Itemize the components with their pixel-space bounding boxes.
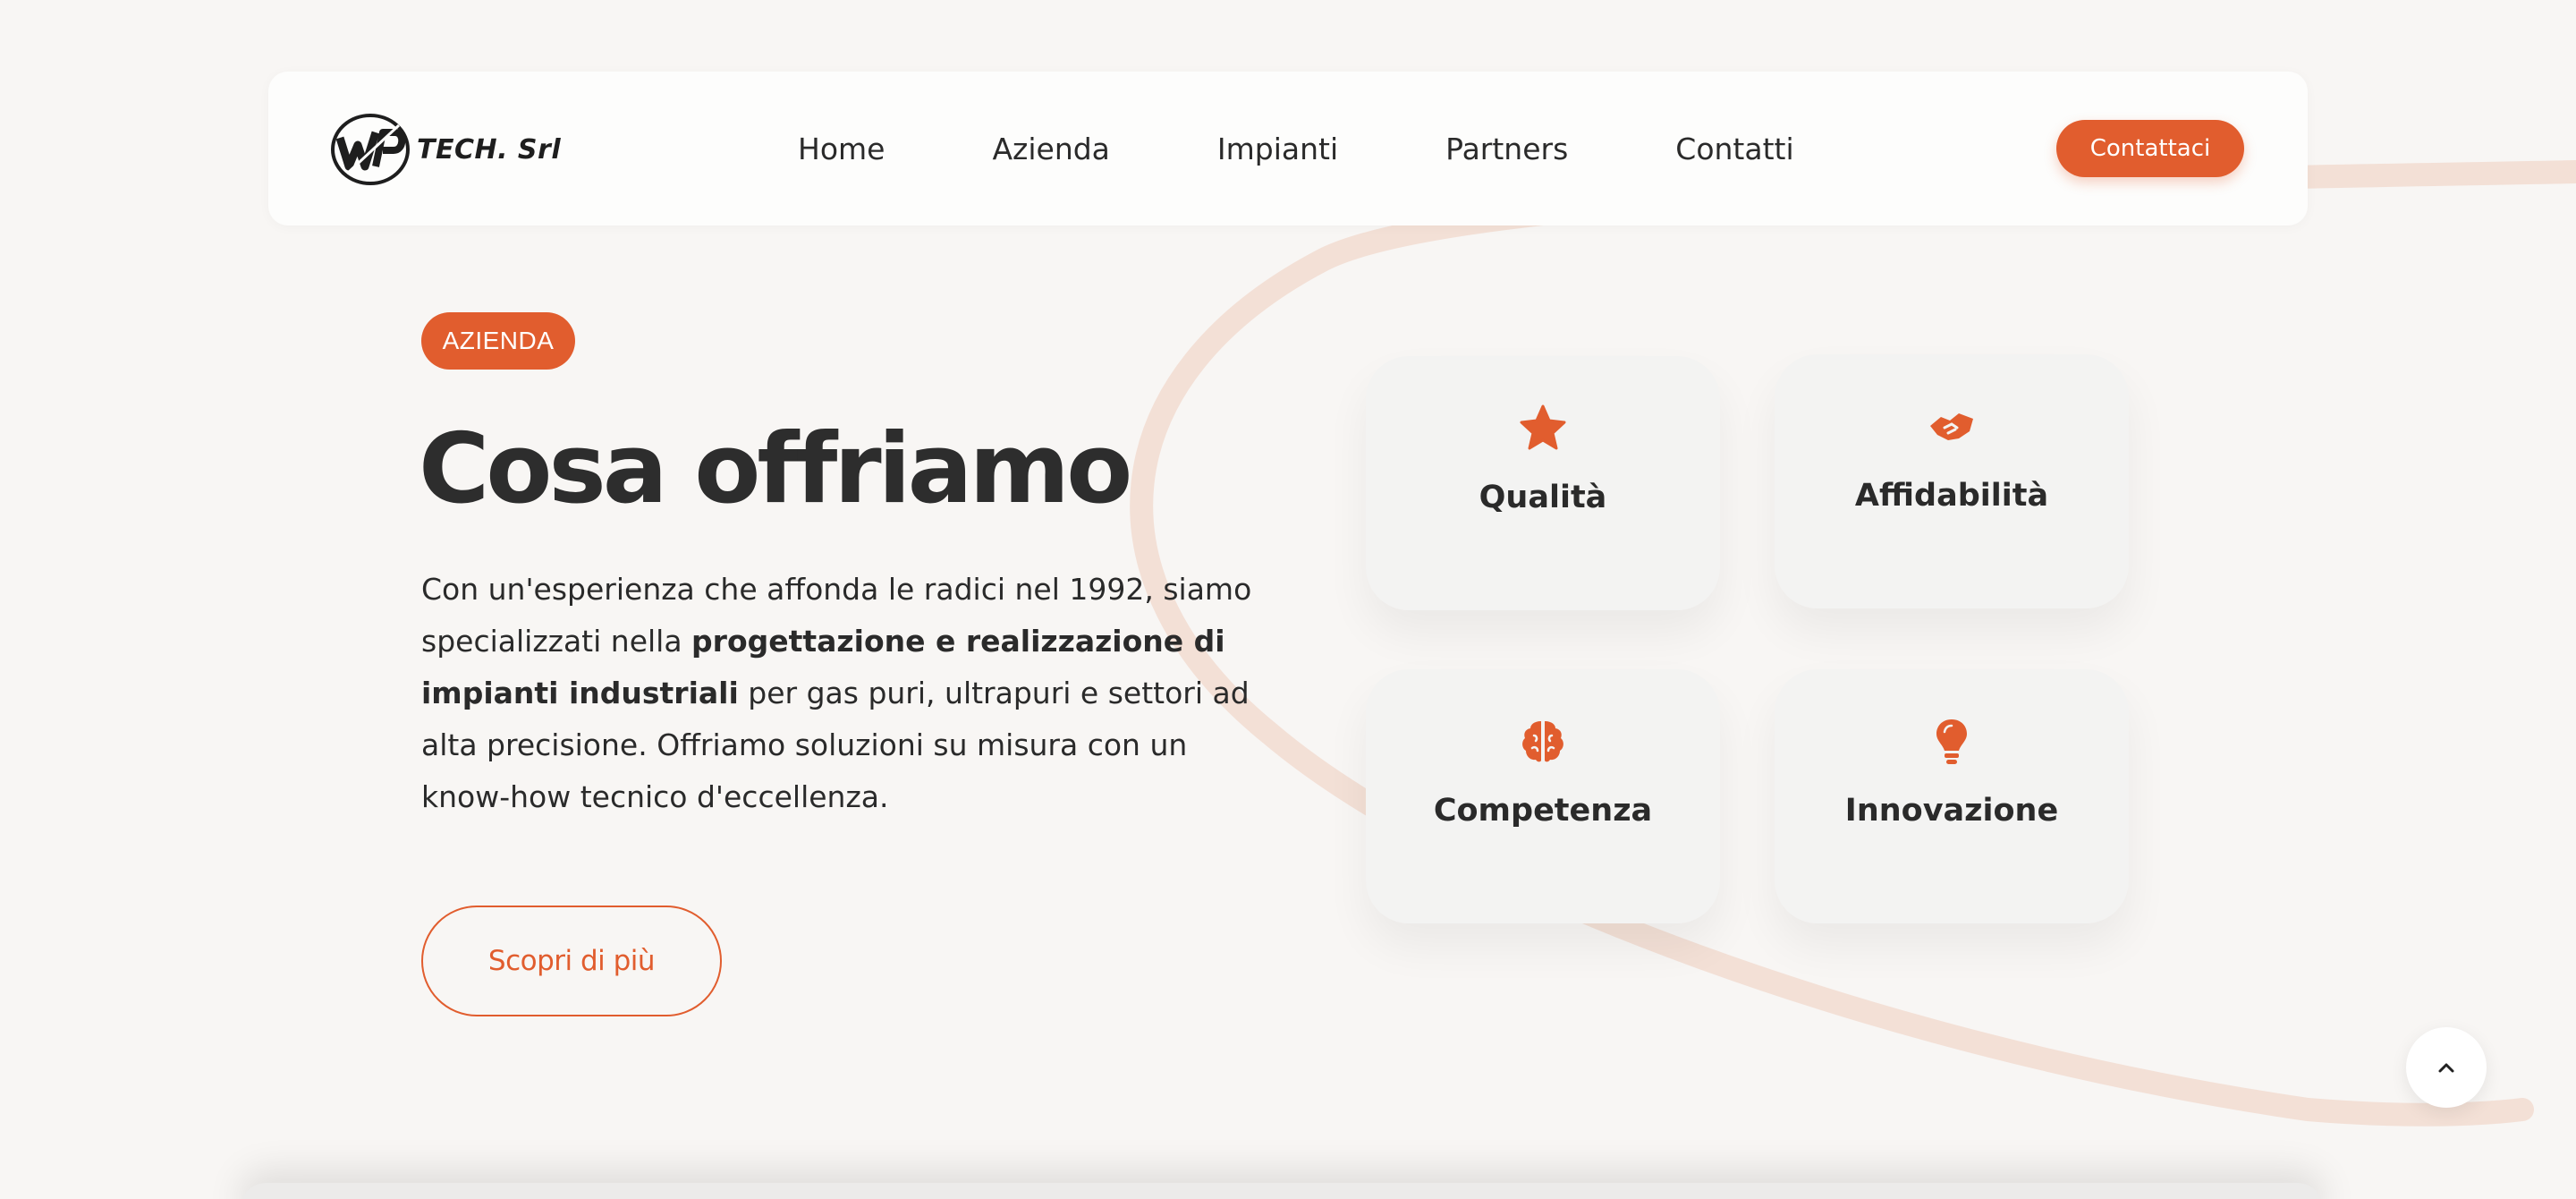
section-badge: AZIENDA: [421, 312, 575, 370]
nav-link-home[interactable]: Home: [798, 132, 885, 166]
feature-card-competence: Competenza: [1366, 669, 1720, 923]
logo-text: TECH. Srl: [417, 133, 562, 166]
feature-card-reliability: Affidabilità: [1775, 354, 2129, 608]
feature-label: Innovazione: [1844, 793, 2059, 829]
lightbulb-icon: [1936, 719, 1967, 764]
brain-icon: [1522, 721, 1563, 762]
section-description: Con un'esperienza che affonda le radici …: [421, 564, 1280, 823]
feature-label: Competenza: [1433, 793, 1653, 829]
next-section-edge: [240, 1183, 2324, 1199]
nav-link-contatti[interactable]: Contatti: [1675, 132, 1793, 166]
contact-button[interactable]: Contattaci: [2056, 120, 2244, 177]
feature-label: Qualità: [1479, 480, 1607, 515]
section-title: Cosa offriamo: [419, 413, 1132, 525]
logo[interactable]: TECH. Srl: [329, 111, 561, 188]
main-nav: Home Azienda Impianti Partners Contatti: [798, 72, 1794, 225]
handshake-icon: [1930, 413, 1973, 440]
feature-card-innovation: Innovazione: [1775, 669, 2129, 923]
feature-card-quality: Qualità: [1366, 356, 1720, 610]
nav-link-partners[interactable]: Partners: [1445, 132, 1568, 166]
nav-link-impianti[interactable]: Impianti: [1217, 132, 1338, 166]
chevron-up-icon: [2438, 1063, 2454, 1073]
feature-label: Affidabilità: [1854, 478, 2049, 514]
nav-link-azienda[interactable]: Azienda: [992, 132, 1109, 166]
discover-more-button[interactable]: Scopri di più: [421, 906, 722, 1016]
page: TECH. Srl Home Azienda Impianti Partners…: [0, 0, 2576, 1199]
navbar: TECH. Srl Home Azienda Impianti Partners…: [268, 72, 2308, 225]
scroll-to-top-button[interactable]: [2406, 1027, 2487, 1108]
star-icon: [1520, 404, 1566, 450]
wp-logo-icon: [331, 114, 410, 185]
